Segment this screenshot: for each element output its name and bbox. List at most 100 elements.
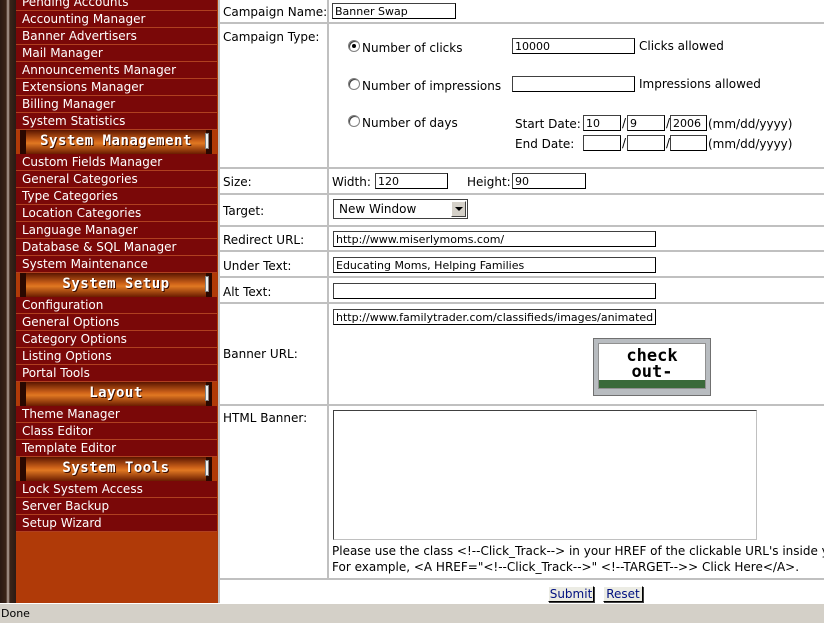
menu-item-accounting-manager[interactable]: Accounting Manager xyxy=(16,11,217,28)
divider xyxy=(327,195,329,225)
start-date-label: Start Date: xyxy=(515,117,581,131)
target-select[interactable]: New Window xyxy=(333,199,468,219)
banner-url-input[interactable] xyxy=(333,309,656,325)
end-day-input[interactable] xyxy=(627,135,665,151)
menu-item-configuration[interactable]: Configuration xyxy=(16,297,217,314)
target-selected-value: New Window xyxy=(339,202,417,216)
divider xyxy=(327,227,329,250)
divider xyxy=(327,252,329,276)
submit-button[interactable]: Submit xyxy=(548,586,594,602)
browser-status-bar: Done xyxy=(0,603,824,623)
end-year-input[interactable] xyxy=(670,135,707,151)
start-date-format-hint: (mm/dd/yyyy) xyxy=(708,117,793,131)
clicks-allowed-label: Clicks allowed xyxy=(639,39,724,53)
menu-item-general-options[interactable]: General Options xyxy=(16,314,217,331)
reset-button[interactable]: Reset xyxy=(603,586,643,602)
section-header-knob xyxy=(205,460,209,476)
divider xyxy=(327,304,329,404)
section-header-knob xyxy=(205,276,209,292)
end-date-format-hint: (mm/dd/yyyy) xyxy=(708,137,793,151)
row-under-text: Under Text: xyxy=(220,252,824,278)
redirect-url-input[interactable] xyxy=(333,231,656,247)
menu-item-theme-manager[interactable]: Theme Manager xyxy=(16,406,217,423)
days-label: Number of days xyxy=(362,116,458,130)
status-text: Done xyxy=(1,607,30,620)
section-title: System Setup xyxy=(62,276,170,292)
row-target: Target: New Window xyxy=(220,195,824,227)
row-redirect-url: Redirect URL: xyxy=(220,227,824,252)
html-banner-textarea[interactable] xyxy=(333,410,757,540)
section-header-knob xyxy=(205,385,209,401)
row-banner-url: Banner URL: check out- xyxy=(220,304,824,406)
clicks-radio[interactable] xyxy=(348,40,360,52)
date-separator: / xyxy=(622,136,627,150)
html-banner-label: HTML Banner: xyxy=(223,411,308,425)
size-label: Size: xyxy=(223,175,252,189)
menu-item-system-maintenance[interactable]: System Maintenance xyxy=(16,256,217,273)
end-month-input[interactable] xyxy=(583,135,621,151)
width-input[interactable] xyxy=(375,173,448,189)
section-header-layout: Layout xyxy=(20,382,212,406)
section-header-system-setup: System Setup xyxy=(20,273,212,297)
menu-item-mail-manager[interactable]: Mail Manager xyxy=(16,45,217,62)
divider xyxy=(327,0,329,22)
menu-item-system-statistics[interactable]: System Statistics xyxy=(16,113,217,130)
menu-item-class-editor[interactable]: Class Editor xyxy=(16,423,217,440)
section-header-system-tools: System Tools xyxy=(20,457,212,481)
menu-item-portal-tools[interactable]: Portal Tools xyxy=(16,365,217,382)
start-year-input[interactable] xyxy=(670,115,707,131)
menu-item-location-categories[interactable]: Location Categories xyxy=(16,205,217,222)
menu-item-template-editor[interactable]: Template Editor xyxy=(16,440,217,457)
dropdown-arrow-icon[interactable] xyxy=(451,201,466,217)
under-text-label: Under Text: xyxy=(223,259,292,273)
alt-text-input[interactable] xyxy=(333,283,656,299)
menu-item-language-manager[interactable]: Language Manager xyxy=(16,222,217,239)
days-radio[interactable] xyxy=(348,115,360,127)
start-month-input[interactable] xyxy=(583,115,621,131)
billboard-panel: check out- xyxy=(598,343,706,389)
section-header-knob xyxy=(205,133,209,149)
menu-item-category-options[interactable]: Category Options xyxy=(16,331,217,348)
campaign-name-input[interactable] xyxy=(332,3,456,19)
banner-preview-image: check out- xyxy=(593,338,711,396)
menu-item-type-categories[interactable]: Type Categories xyxy=(16,188,217,205)
html-banner-help-line-1: Please use the class <!--Click_Track--> … xyxy=(332,544,824,558)
end-date-label: End Date: xyxy=(515,137,575,151)
impressions-input[interactable] xyxy=(512,76,635,92)
campaign-type-label: Campaign Type: xyxy=(223,30,320,44)
menu-item-custom-fields-manager[interactable]: Custom Fields Manager xyxy=(16,154,217,171)
height-input[interactable] xyxy=(512,173,586,189)
menu-item-banner-advertisers[interactable]: Banner Advertisers xyxy=(16,28,217,45)
row-alt-text: Alt Text: xyxy=(220,278,824,304)
alt-text-label: Alt Text: xyxy=(223,285,272,299)
banner-campaign-form: Campaign Name: Campaign Type: Number of … xyxy=(220,0,824,603)
section-title: System Management xyxy=(40,133,192,149)
menu-item-setup-wizard[interactable]: Setup Wizard xyxy=(16,515,217,532)
section-header-system-management: System Management xyxy=(20,130,212,154)
redirect-url-label: Redirect URL: xyxy=(223,233,305,247)
section-title: Layout xyxy=(89,385,143,401)
menu-item-general-categories[interactable]: General Categories xyxy=(16,171,217,188)
impressions-allowed-label: Impressions allowed xyxy=(639,77,761,91)
menu-item-extensions-manager[interactable]: Extensions Manager xyxy=(16,79,217,96)
menu-item-pending-accounts[interactable]: Pending Accounts xyxy=(16,0,217,11)
menu-item-lock-system-access[interactable]: Lock System Access xyxy=(16,481,217,498)
start-day-input[interactable] xyxy=(627,115,665,131)
campaign-name-label: Campaign Name: xyxy=(223,5,328,19)
divider xyxy=(327,24,329,167)
row-html-banner: HTML Banner: Please use the class <!--Cl… xyxy=(220,406,824,580)
html-banner-help-line-2: For example, <A HREF="<!--Click_Track-->… xyxy=(332,560,800,574)
menu-item-listing-options[interactable]: Listing Options xyxy=(16,348,217,365)
divider xyxy=(327,406,329,578)
row-campaign-type: Campaign Type: Number of clicks Clicks a… xyxy=(220,24,824,169)
menu-item-billing-manager[interactable]: Billing Manager xyxy=(16,96,217,113)
banner-url-label: Banner URL: xyxy=(223,347,298,361)
menu-item-database-sql-manager[interactable]: Database & SQL Manager xyxy=(16,239,217,256)
under-text-input[interactable] xyxy=(333,257,656,273)
divider xyxy=(327,169,329,193)
row-campaign-name: Campaign Name: xyxy=(220,0,824,24)
menu-item-announcements-manager[interactable]: Announcements Manager xyxy=(16,62,217,79)
impressions-radio[interactable] xyxy=(348,78,360,90)
clicks-input[interactable] xyxy=(512,38,635,54)
menu-item-server-backup[interactable]: Server Backup xyxy=(16,498,217,515)
